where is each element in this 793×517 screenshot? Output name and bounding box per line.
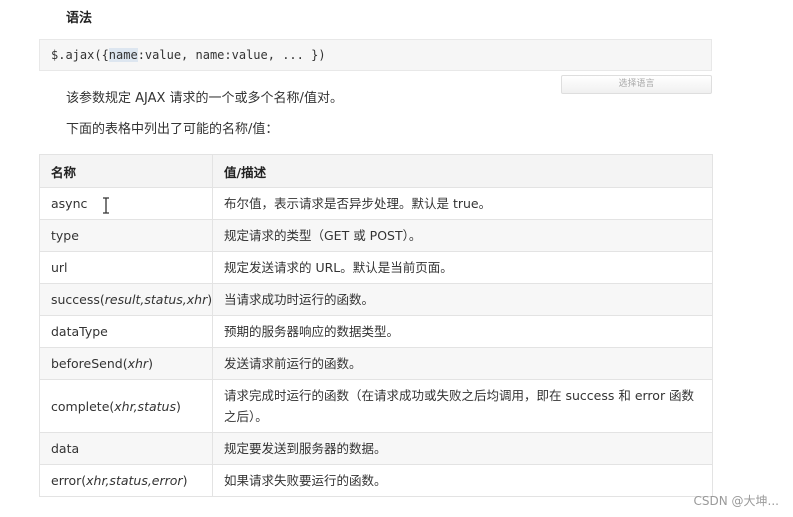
text-cursor-icon xyxy=(103,197,109,214)
table-row: async 布尔值，表示请求是否异步处理。默认是 true。 xyxy=(39,187,713,220)
option-name-cell: success(result,status,xhr) xyxy=(39,283,213,316)
header-name: 名称 xyxy=(39,154,213,188)
option-name: ) xyxy=(148,356,153,371)
option-name: error( xyxy=(51,473,87,488)
option-description-cell: 预期的服务器响应的数据类型。 xyxy=(212,315,713,348)
option-name-cell: async xyxy=(39,187,213,220)
option-description-cell: 发送请求前运行的函数。 xyxy=(212,347,713,380)
table-row: error(xhr,status,error) 如果请求失败要运行的函数。 xyxy=(39,464,713,497)
code-suffix: :value, name:value, ... }) xyxy=(137,48,326,62)
option-name: async xyxy=(51,196,88,211)
options-table: 名称 值/描述 async 布尔值，表示请求是否异步处理。默认是 true。 typ… xyxy=(39,154,713,497)
option-name-cell: url xyxy=(39,251,213,284)
option-name: ) xyxy=(207,292,213,307)
option-description-cell: 规定发送请求的 URL。默认是当前页面。 xyxy=(212,251,713,284)
option-name: success( xyxy=(51,292,105,307)
table-row: type 规定请求的类型（GET 或 POST）。 xyxy=(39,219,713,252)
table-row: beforeSend(xhr) 发送请求前运行的函数。 xyxy=(39,347,713,380)
option-name: type xyxy=(51,228,79,243)
option-description-cell: 如果请求失败要运行的函数。 xyxy=(212,464,713,497)
table-intro-paragraph: 下面的表格中列出了可能的名称/值： xyxy=(66,122,279,137)
option-name: beforeSend( xyxy=(51,356,128,371)
syntax-heading: 语法 xyxy=(66,11,93,26)
option-name-cell: error(xhr,status,error) xyxy=(39,464,213,497)
option-name-cell: data xyxy=(39,432,213,465)
table-row: success(result,status,xhr) 当请求成功时运行的函数。 xyxy=(39,283,713,316)
header-value-description: 值/描述 xyxy=(212,154,713,188)
option-name: complete( xyxy=(51,398,115,414)
option-name: ) xyxy=(175,398,181,414)
select-language-button[interactable]: 选择语言 xyxy=(561,75,712,94)
option-name-cell: complete(xhr,status) xyxy=(39,379,213,433)
option-description-cell: 当请求成功时运行的函数。 xyxy=(212,283,713,316)
table-body: async 布尔值，表示请求是否异步处理。默认是 true。 type 规定请求的类型… xyxy=(39,187,713,497)
table-header-row: 名称 值/描述 xyxy=(39,154,713,188)
option-name: dataType xyxy=(51,324,108,339)
option-name-cell: type xyxy=(39,219,213,252)
option-description-cell: 规定请求的类型（GET 或 POST）。 xyxy=(212,219,713,252)
option-params: xhr xyxy=(127,356,149,371)
option-name-cell: beforeSend(xhr) xyxy=(39,347,213,380)
table-row: dataType 预期的服务器响应的数据类型。 xyxy=(39,315,713,348)
intro-paragraph: 该参数规定 AJAX 请求的一个或多个名称/值对。 xyxy=(66,91,343,106)
code-block: $.ajax({name:value, name:value, ... }) xyxy=(39,39,712,71)
option-description-cell: 请求完成时运行的函数（在请求成功或失败之后均调用，即在 success 和 er… xyxy=(212,379,713,433)
csdn-watermark: CSDN @大坤... xyxy=(693,494,779,508)
table-row: complete(xhr,status) 请求完成时运行的函数（在请求成功或失败之… xyxy=(39,379,713,433)
option-name: ) xyxy=(182,473,188,488)
option-name: url xyxy=(51,260,68,275)
code-highlight: name xyxy=(108,48,138,62)
option-description-cell: 布尔值，表示请求是否异步处理。默认是 true。 xyxy=(212,187,713,220)
table-row: url 规定发送请求的 URL。默认是当前页面。 xyxy=(39,251,713,284)
table-row: data 规定要发送到服务器的数据。 xyxy=(39,432,713,465)
option-name: data xyxy=(51,441,80,456)
option-name-cell: dataType xyxy=(39,315,213,348)
option-params: xhr,status,error xyxy=(86,473,183,488)
code-prefix: $.ajax({ xyxy=(51,48,109,62)
option-params: result,status,xhr xyxy=(104,292,208,307)
option-description-cell: 规定要发送到服务器的数据。 xyxy=(212,432,713,465)
option-params: xhr,status xyxy=(114,398,176,414)
